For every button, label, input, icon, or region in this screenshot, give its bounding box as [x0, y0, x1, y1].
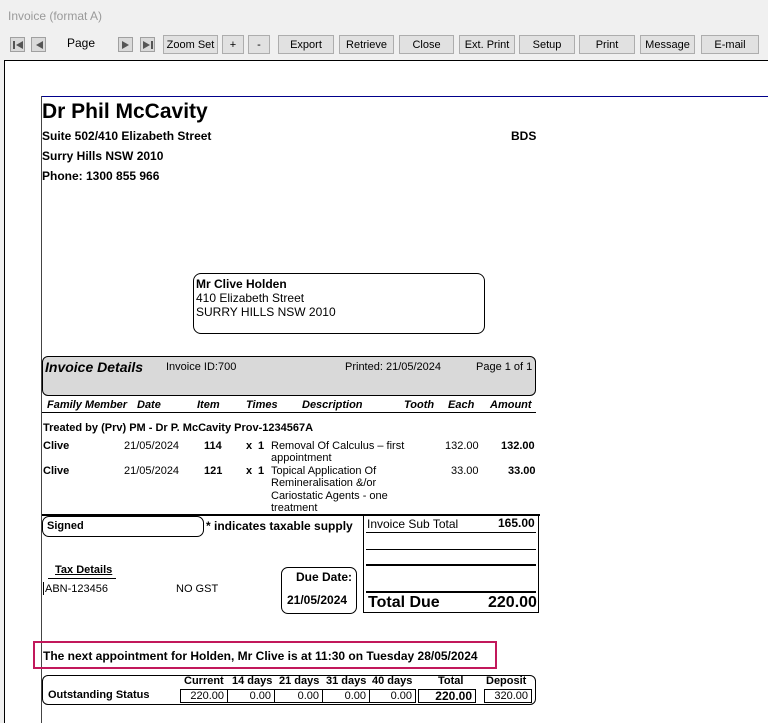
- page-count: Page 1 of 1: [476, 361, 533, 373]
- tax-text-cursor: [43, 582, 44, 595]
- outstanding-header-total: Total: [438, 675, 464, 687]
- due-date-label: Due Date:: [296, 570, 353, 584]
- last-page-icon: [143, 41, 153, 49]
- outstanding-header-40: 40 days: [372, 675, 413, 687]
- tax-gst: NO GST: [176, 583, 219, 595]
- outstanding-label: Outstanding Status: [48, 689, 150, 701]
- first-page-button[interactable]: [10, 37, 25, 52]
- practice-name: Dr Phil McCavity: [42, 100, 208, 123]
- signed-label: Signed: [47, 520, 84, 532]
- col-date: Date: [137, 399, 161, 411]
- ext-print-button[interactable]: Ext. Print: [459, 35, 515, 54]
- column-header-underline: [42, 412, 536, 413]
- practice-qualification: BDS: [511, 129, 537, 143]
- outstanding-header-current: Current: [184, 675, 224, 687]
- tax-details-underline: [48, 578, 116, 579]
- totals-line1: [366, 532, 536, 533]
- col-times: Times: [246, 399, 278, 411]
- close-button[interactable]: Close: [399, 35, 454, 54]
- practice-address-line2: Surry Hills NSW 2010: [42, 149, 164, 163]
- zoom-set-button[interactable]: Zoom Set: [163, 35, 218, 54]
- patient-name: Mr Clive Holden: [196, 277, 287, 291]
- totals-line3: [366, 564, 536, 566]
- previous-page-icon: [36, 41, 43, 49]
- col-description: Description: [302, 399, 363, 411]
- outstanding-current: 220.00: [180, 689, 228, 703]
- line2-date: 21/05/2024: [124, 465, 180, 477]
- line2-times-x: x: [246, 465, 253, 477]
- print-button[interactable]: Print: [579, 35, 635, 54]
- line2-description: Topical Application Of Remineralisation …: [271, 465, 388, 515]
- total-due-value: 220.00: [488, 594, 537, 611]
- line1-date: 21/05/2024: [124, 440, 180, 452]
- window-titlebar: Invoice (format A): [0, 0, 768, 30]
- line2-times: 1: [258, 465, 265, 477]
- outstanding-header-31: 31 days: [326, 675, 367, 687]
- export-button[interactable]: Export: [278, 35, 334, 54]
- tax-abn: ABN-123456: [45, 583, 108, 595]
- line1-member: Clive: [43, 440, 70, 452]
- patient-address-line2: SURRY HILLS NSW 2010: [196, 305, 336, 319]
- next-page-icon: [122, 41, 129, 49]
- setup-button[interactable]: Setup: [519, 35, 575, 54]
- line1-times-x: x: [246, 440, 253, 452]
- practice-phone: Phone: 1300 855 966: [42, 169, 160, 183]
- col-item: Item: [197, 399, 220, 411]
- page-left-border: [41, 96, 42, 723]
- line1-description: Removal Of Calculus – first appointment: [271, 440, 405, 464]
- line2-each: 33.00: [451, 465, 479, 477]
- col-amount: Amount: [490, 399, 532, 411]
- invoice-details-title: Invoice Details: [45, 359, 144, 375]
- tax-details-title: Tax Details: [55, 564, 113, 576]
- zoom-out-button[interactable]: -: [248, 35, 270, 54]
- next-page-button[interactable]: [118, 37, 133, 52]
- total-due-label: Total Due: [368, 594, 440, 611]
- line2-amount: 33.00: [508, 465, 536, 477]
- outstanding-header-deposit: Deposit: [486, 675, 527, 687]
- line1-each: 132.00: [445, 440, 479, 452]
- line2-member: Clive: [43, 465, 70, 477]
- outstanding-40-days: 0.00: [369, 689, 416, 703]
- outstanding-21-days: 0.00: [274, 689, 323, 703]
- email-button[interactable]: E-mail: [701, 35, 759, 54]
- outstanding-total: 220.00: [418, 689, 476, 703]
- col-family-member: Family Member: [47, 399, 128, 411]
- previous-page-button[interactable]: [31, 37, 46, 52]
- line1-times: 1: [258, 440, 265, 452]
- outstanding-31-days: 0.00: [322, 689, 370, 703]
- taxable-note: * indicates taxable supply: [206, 519, 353, 533]
- window-title: Invoice (format A): [8, 9, 103, 23]
- treated-by: Treated by (Prv) PM - Dr P. McCavity Pro…: [43, 422, 314, 434]
- line2-item: 121: [204, 465, 223, 477]
- line1-item: 114: [204, 440, 222, 452]
- message-button[interactable]: Message: [640, 35, 695, 54]
- outstanding-header-21: 21 days: [279, 675, 320, 687]
- col-tooth: Tooth: [404, 399, 435, 411]
- sub-total-label: Invoice Sub Total: [367, 517, 459, 531]
- sub-total-value: 165.00: [498, 516, 535, 530]
- outstanding-14-days: 0.00: [227, 689, 275, 703]
- page-label: Page: [67, 36, 96, 50]
- appointment-note: The next appointment for Holden, Mr Cliv…: [43, 649, 478, 663]
- printed-date: Printed: 21/05/2024: [345, 361, 442, 373]
- totals-line2: [366, 549, 536, 550]
- invoice-id: Invoice ID:700: [166, 361, 237, 373]
- first-page-icon: [13, 41, 23, 49]
- retrieve-button[interactable]: Retrieve: [339, 35, 394, 54]
- due-date-value: 21/05/2024: [287, 593, 348, 607]
- page-top-border: [41, 96, 768, 97]
- practice-address-line1: Suite 502/410 Elizabeth Street: [42, 129, 212, 143]
- zoom-in-button[interactable]: +: [222, 35, 244, 54]
- totals-line4: [366, 591, 536, 593]
- outstanding-deposit: 320.00: [484, 689, 532, 703]
- outstanding-header-14: 14 days: [232, 675, 273, 687]
- col-each: Each: [448, 399, 475, 411]
- last-page-button[interactable]: [140, 37, 155, 52]
- patient-address-line1: 410 Elizabeth Street: [196, 291, 305, 305]
- line1-amount: 132.00: [501, 440, 535, 452]
